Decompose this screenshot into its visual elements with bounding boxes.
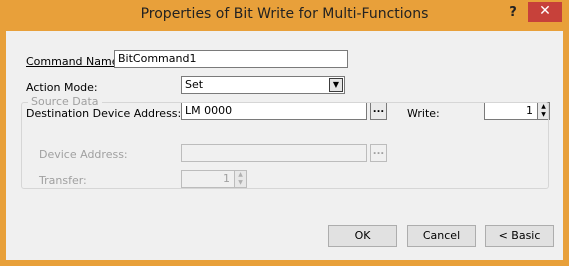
close-icon[interactable]: ✕ [528, 2, 562, 22]
ok-button[interactable]: OK [328, 225, 397, 247]
transfer-label: Transfer: [39, 174, 87, 187]
command-name-input[interactable]: BitCommand1 [114, 50, 348, 68]
spinner-arrows-icon[interactable]: ▲ ▼ [234, 171, 246, 187]
dialog-title: Properties of Bit Write for Multi-Functi… [140, 6, 429, 22]
action-mode-select[interactable]: Set ▼ [181, 76, 345, 94]
cancel-button[interactable]: Cancel [407, 225, 476, 247]
action-mode-label: Action Mode: [26, 81, 98, 94]
basic-button[interactable]: < Basic [485, 225, 554, 247]
device-address-label: Device Address: [39, 148, 128, 161]
device-address-browse-button[interactable]: ... [370, 144, 387, 162]
action-mode-value: Set [185, 78, 204, 91]
command-name-label: Command Name: [26, 55, 122, 68]
title-bar: Properties of Bit Write for Multi-Functi… [1, 1, 568, 30]
command-name-label-text: Command Name: [26, 55, 123, 68]
source-data-legend: Source Data [28, 95, 102, 108]
transfer-spinner[interactable]: 1 ▲ ▼ [181, 170, 247, 188]
transfer-value: 1 [223, 172, 230, 185]
device-address-input[interactable] [181, 144, 367, 162]
help-icon[interactable]: ? [504, 5, 522, 20]
chevron-down-icon[interactable]: ▼ [329, 78, 343, 92]
